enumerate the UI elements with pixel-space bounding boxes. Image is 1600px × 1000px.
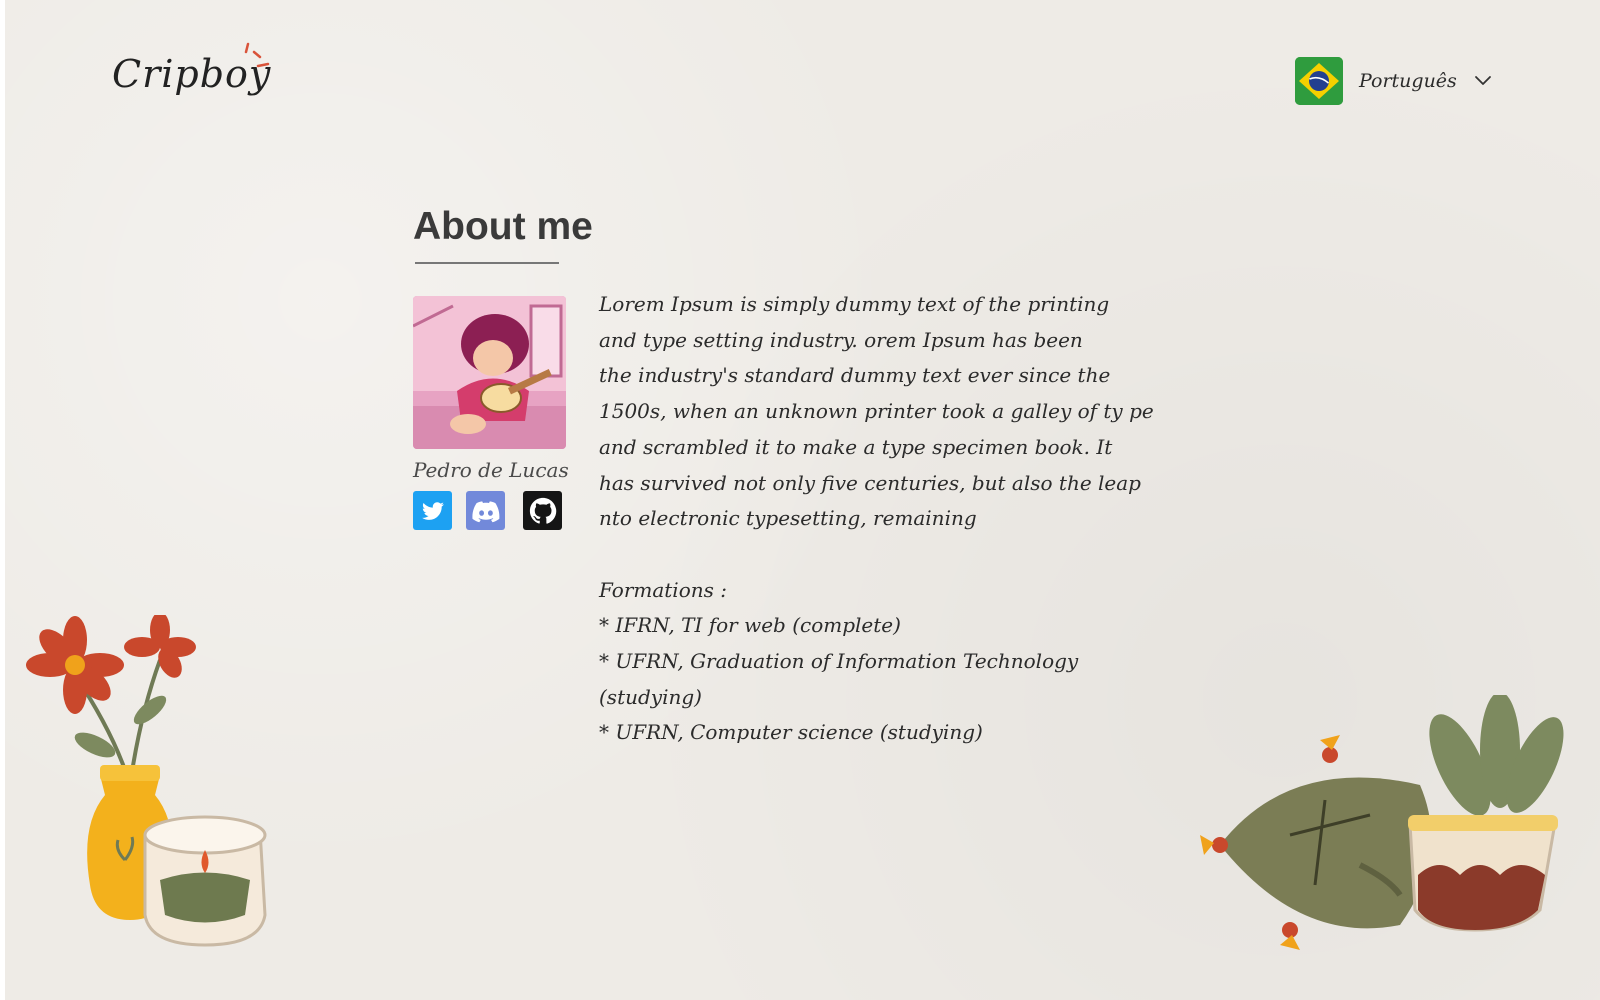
formations-label: Formations : [599,577,727,602]
discord-link[interactable] [466,491,505,530]
bio-line: 1500s, when an unknown printer took a ga… [599,399,1154,424]
twitter-link[interactable] [413,491,452,530]
flower-vase-illustration [26,615,267,947]
formation-item: * UFRN, Graduation of Information Techno… [599,649,1079,709]
formation-item: * IFRN, TI for web (complete) [599,613,901,638]
language-selector[interactable]: Português [1295,57,1493,105]
bio-line: nto electronic typesetting, remaining [599,506,977,531]
bio-line: Lorem Ipsum is simply dummy text of the … [599,292,1110,316]
chevron-down-icon [1474,76,1491,85]
page-title: About me [413,205,593,248]
profile-name: Pedro de Lucas [413,458,569,482]
twitter-icon [421,501,444,520]
page-left-edge [0,0,5,1000]
avatar [413,296,566,449]
pillow-plant-illustration [1200,695,1564,950]
language-label: Português [1359,70,1457,92]
title-underline [415,262,559,264]
about-text: Lorem Ipsum is simply dummy text of the … [599,287,1179,751]
logo-sparkle-icon [244,42,270,68]
github-icon [529,497,556,524]
bio-line: and scrambled it to make a type specimen… [599,434,1113,459]
formation-item: * UFRN, Computer science (studying) [599,720,983,745]
bio-spacer [599,537,1179,573]
github-link[interactable] [523,491,562,530]
bio-line: has survived not only five centuries, bu… [599,470,1141,495]
bio-line: and type setting industry. orem Ipsum ha… [599,327,1083,352]
brazil-flag-icon [1295,57,1343,105]
discord-icon [471,500,499,522]
bio-line: the industry's standard dummy text ever … [599,363,1111,388]
